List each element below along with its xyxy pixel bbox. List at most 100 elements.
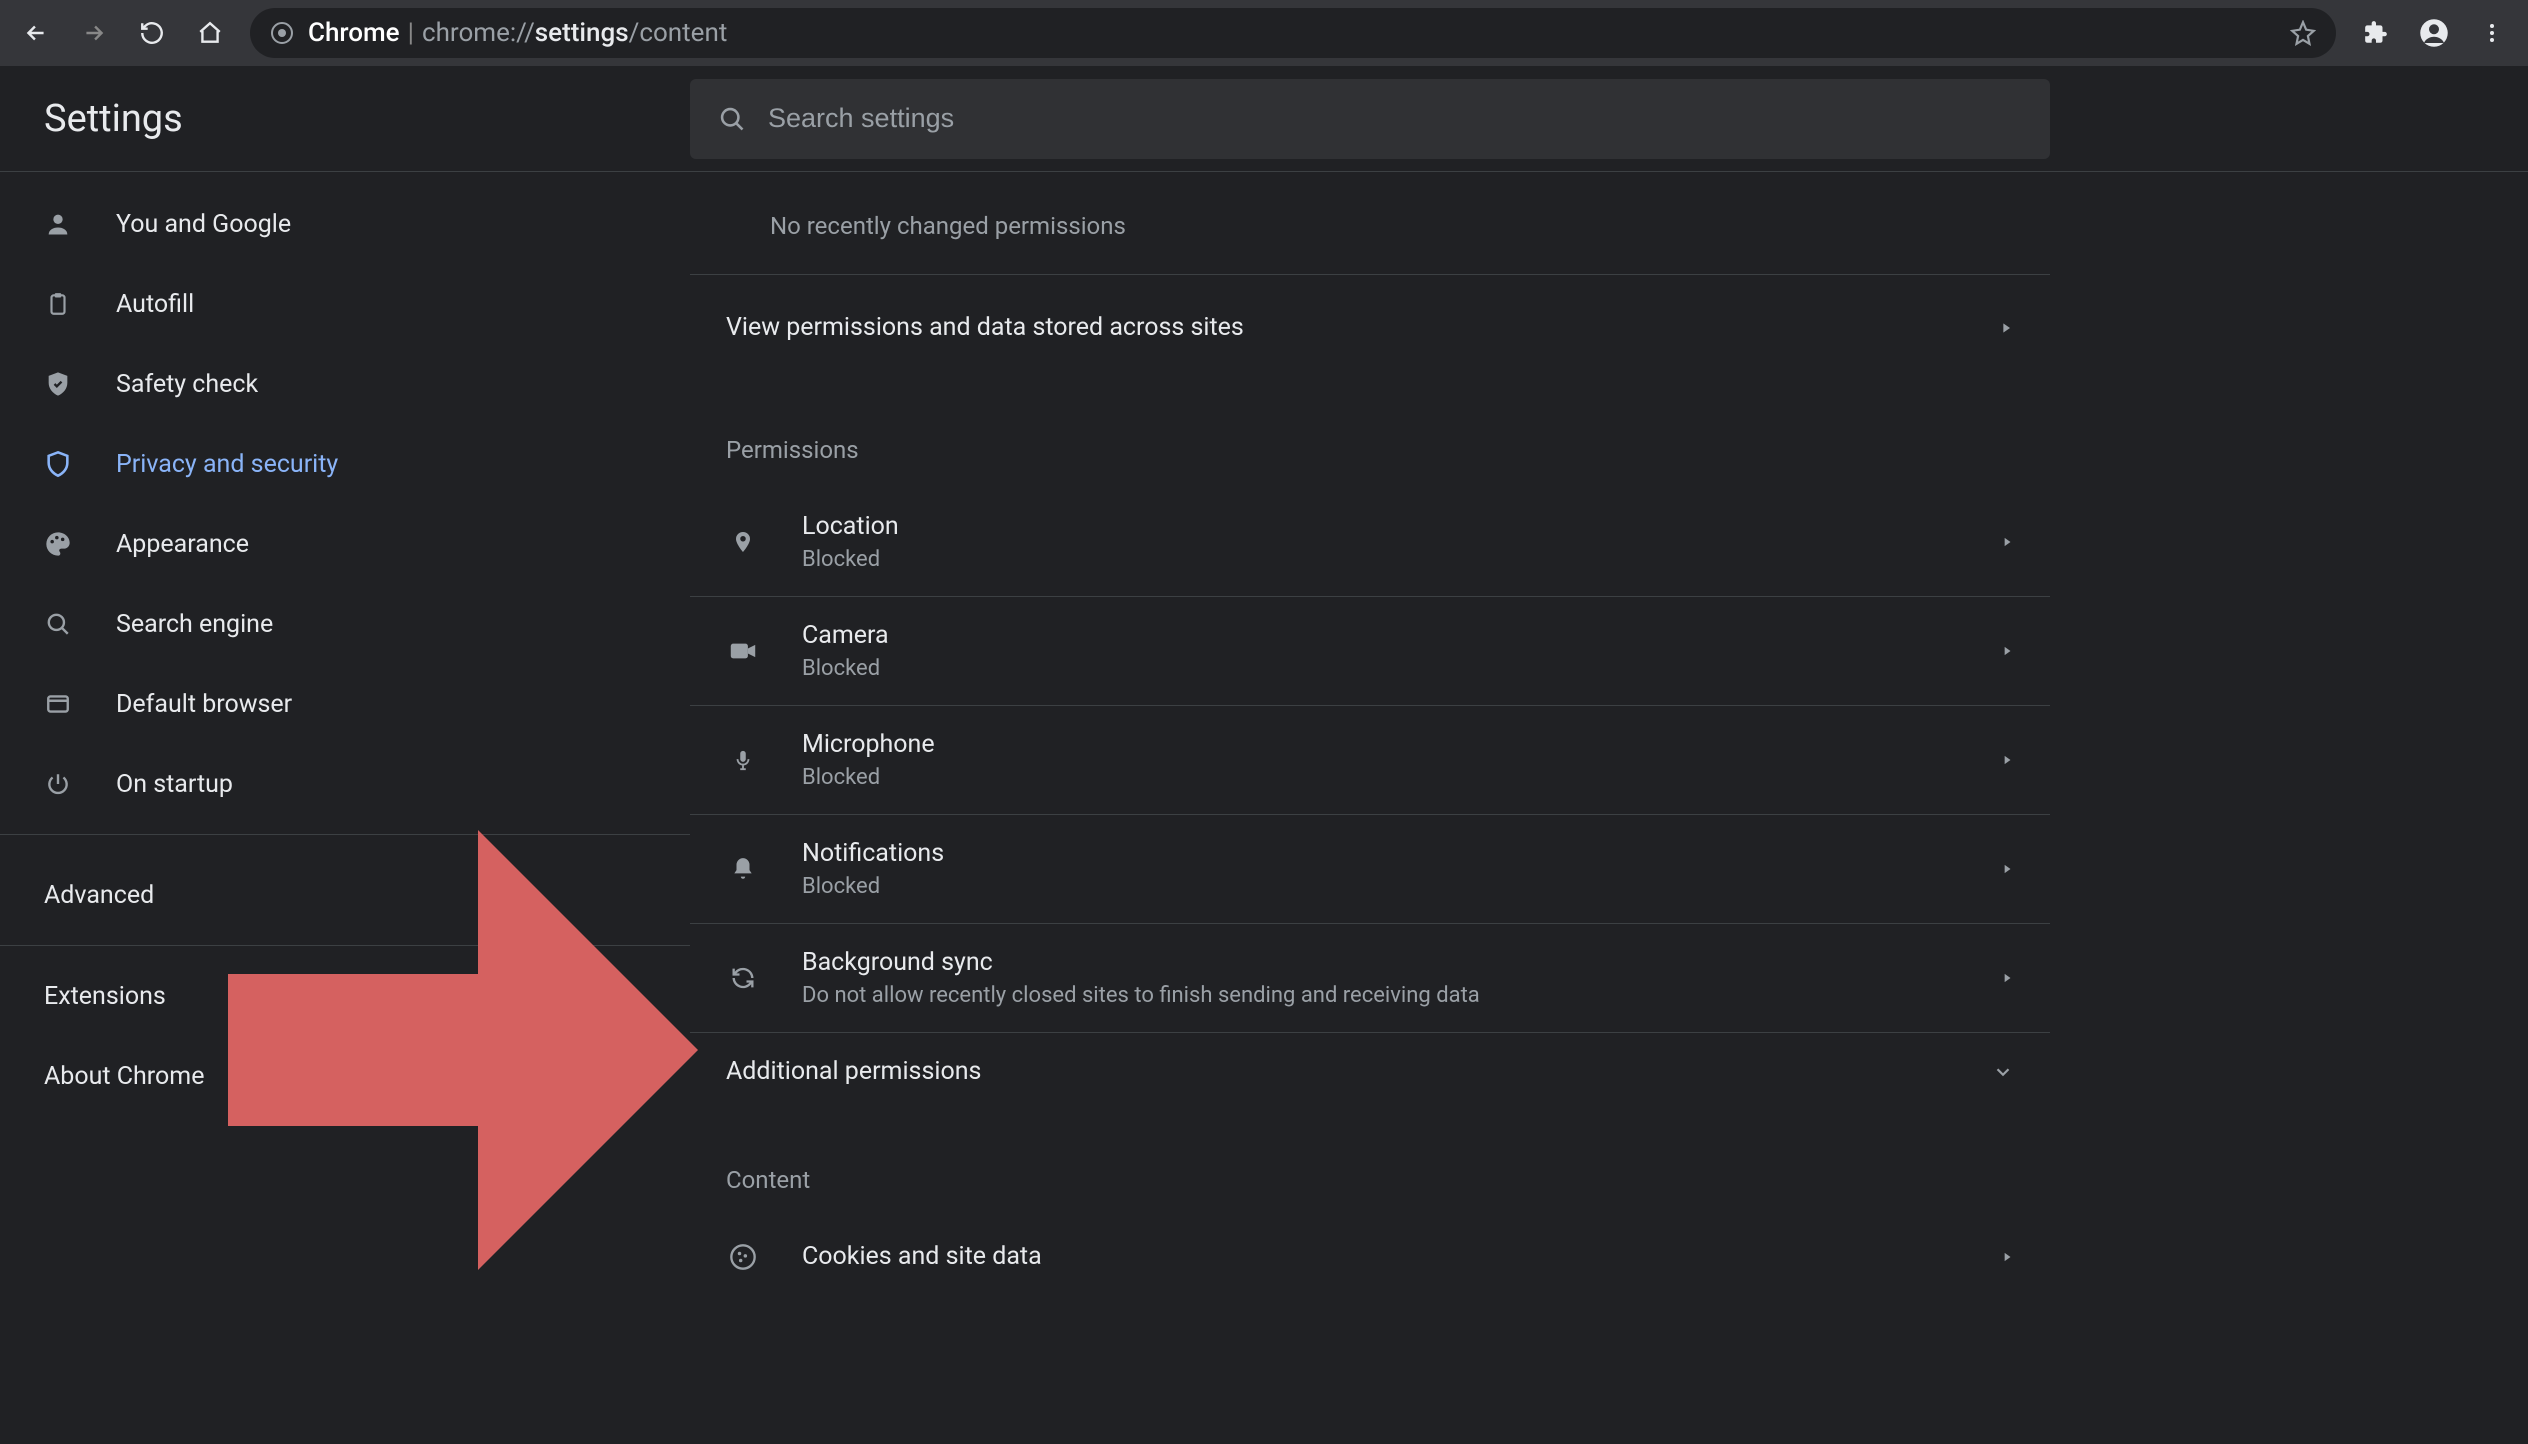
sidebar-item-safety-check[interactable]: Safety check	[0, 344, 470, 424]
chevron-right-icon	[2000, 753, 2014, 767]
open-external-icon	[430, 984, 454, 1008]
sidebar-item-label: Search engine	[116, 610, 273, 639]
person-circle-icon	[2419, 18, 2449, 48]
shield-check-icon	[40, 370, 76, 398]
sidebar: You and Google Autofill Safety check Pri…	[0, 172, 690, 1444]
browser-icon	[40, 691, 76, 717]
omnibox-url-suffix: /content	[629, 18, 728, 48]
content-group: Cookies and site data	[690, 1218, 2050, 1295]
permission-title: Microphone	[802, 730, 935, 759]
permission-row-location[interactable]: Location Blocked	[690, 488, 2050, 596]
shield-icon	[40, 450, 76, 478]
arrow-left-icon	[23, 20, 49, 46]
sidebar-item-label: Autofill	[116, 290, 194, 319]
divider	[0, 945, 690, 946]
permission-row-background-sync[interactable]: Background sync Do not allow recently cl…	[690, 923, 2050, 1032]
search-input[interactable]	[768, 103, 2022, 134]
recent-activity-note: No recently changed permissions	[690, 182, 2050, 275]
permission-title: Camera	[802, 621, 889, 650]
content-row-cookies[interactable]: Cookies and site data	[690, 1218, 2050, 1295]
star-icon	[2290, 20, 2316, 46]
profile-button[interactable]	[2408, 7, 2460, 59]
forward-button[interactable]	[68, 7, 120, 59]
omnibox[interactable]: Chrome | chrome://settings/content	[250, 8, 2336, 58]
permissions-section-label: Permissions	[690, 380, 2050, 470]
chevron-right-icon	[2000, 971, 2014, 985]
clipboard-icon	[40, 291, 76, 317]
chevron-right-icon	[2000, 644, 2014, 658]
palette-icon	[40, 530, 76, 558]
permission-title: Location	[802, 512, 899, 541]
additional-permissions-row[interactable]: Additional permissions	[690, 1032, 2050, 1110]
camera-icon	[726, 640, 760, 662]
menu-button[interactable]	[2466, 7, 2518, 59]
sidebar-item-label: Safety check	[116, 370, 258, 399]
sidebar-item-on-startup[interactable]: On startup	[0, 744, 470, 824]
sidebar-item-label: Privacy and security	[116, 450, 338, 479]
reload-button[interactable]	[126, 7, 178, 59]
sync-icon	[726, 964, 760, 992]
sidebar-item-appearance[interactable]: Appearance	[0, 504, 470, 584]
chevron-right-icon	[2000, 1250, 2014, 1264]
content-title: Cookies and site data	[802, 1242, 1042, 1271]
sidebar-item-search-engine[interactable]: Search engine	[0, 584, 470, 664]
reload-icon	[139, 20, 165, 46]
microphone-icon	[726, 745, 760, 775]
bookmark-button[interactable]	[2290, 20, 2316, 46]
sidebar-item-label: You and Google	[116, 210, 291, 239]
sidebar-about-chrome[interactable]: About Chrome	[0, 1036, 690, 1116]
sidebar-item-privacy-security[interactable]: Privacy and security	[0, 424, 470, 504]
page-title: Settings	[0, 97, 690, 141]
cookie-icon	[726, 1243, 760, 1271]
sidebar-extensions-label: Extensions	[44, 982, 166, 1011]
content-section-label: Content	[690, 1110, 2050, 1200]
chevron-right-icon	[1998, 320, 2014, 336]
sidebar-item-you-and-google[interactable]: You and Google	[0, 184, 470, 264]
home-button[interactable]	[184, 7, 236, 59]
permission-row-camera[interactable]: Camera Blocked	[690, 596, 2050, 705]
home-icon	[197, 20, 223, 46]
divider	[0, 834, 690, 835]
chevron-right-icon	[2000, 862, 2014, 876]
permission-sub: Blocked	[802, 547, 899, 572]
sidebar-extensions[interactable]: Extensions	[0, 956, 690, 1036]
chrome-logo-icon	[270, 21, 294, 45]
permission-sub: Blocked	[802, 656, 889, 681]
view-permissions-row[interactable]: View permissions and data stored across …	[690, 275, 2050, 380]
puzzle-icon	[2363, 20, 2389, 46]
additional-permissions-label: Additional permissions	[726, 1057, 981, 1086]
search-container	[690, 79, 2050, 159]
chevron-right-icon	[2000, 535, 2014, 549]
permissions-group: Location Blocked Camera Blocked	[690, 488, 2050, 1110]
dots-vertical-icon	[2480, 21, 2504, 45]
bell-icon	[726, 854, 760, 884]
settings-header: Settings	[0, 66, 2528, 172]
back-button[interactable]	[10, 7, 62, 59]
omnibox-url-prefix: chrome://	[422, 18, 535, 48]
sidebar-item-label: Appearance	[116, 530, 249, 559]
view-permissions-label: View permissions and data stored across …	[726, 313, 1244, 342]
sidebar-about-label: About Chrome	[44, 1062, 204, 1091]
main-content: No recently changed permissions View per…	[690, 172, 2050, 1444]
permission-title: Notifications	[802, 839, 944, 868]
sidebar-advanced[interactable]: Advanced	[0, 855, 690, 935]
arrow-right-icon	[81, 20, 107, 46]
sidebar-item-default-browser[interactable]: Default browser	[0, 664, 470, 744]
permission-row-microphone[interactable]: Microphone Blocked	[690, 705, 2050, 814]
search-icon	[718, 105, 746, 133]
permission-sub: Blocked	[802, 874, 944, 899]
person-icon	[40, 210, 76, 238]
omnibox-url: Chrome | chrome://settings/content	[308, 18, 727, 48]
location-icon	[726, 527, 760, 557]
power-icon	[40, 771, 76, 797]
sidebar-item-label: On startup	[116, 770, 233, 799]
sidebar-item-autofill[interactable]: Autofill	[0, 264, 470, 344]
sidebar-advanced-label: Advanced	[44, 881, 154, 910]
chevron-down-icon	[1992, 1061, 2014, 1083]
permission-row-notifications[interactable]: Notifications Blocked	[690, 814, 2050, 923]
extensions-button[interactable]	[2350, 7, 2402, 59]
sidebar-item-label: Default browser	[116, 690, 292, 719]
permission-sub: Do not allow recently closed sites to fi…	[802, 983, 1480, 1008]
body: You and Google Autofill Safety check Pri…	[0, 172, 2528, 1444]
search-icon	[40, 611, 76, 637]
